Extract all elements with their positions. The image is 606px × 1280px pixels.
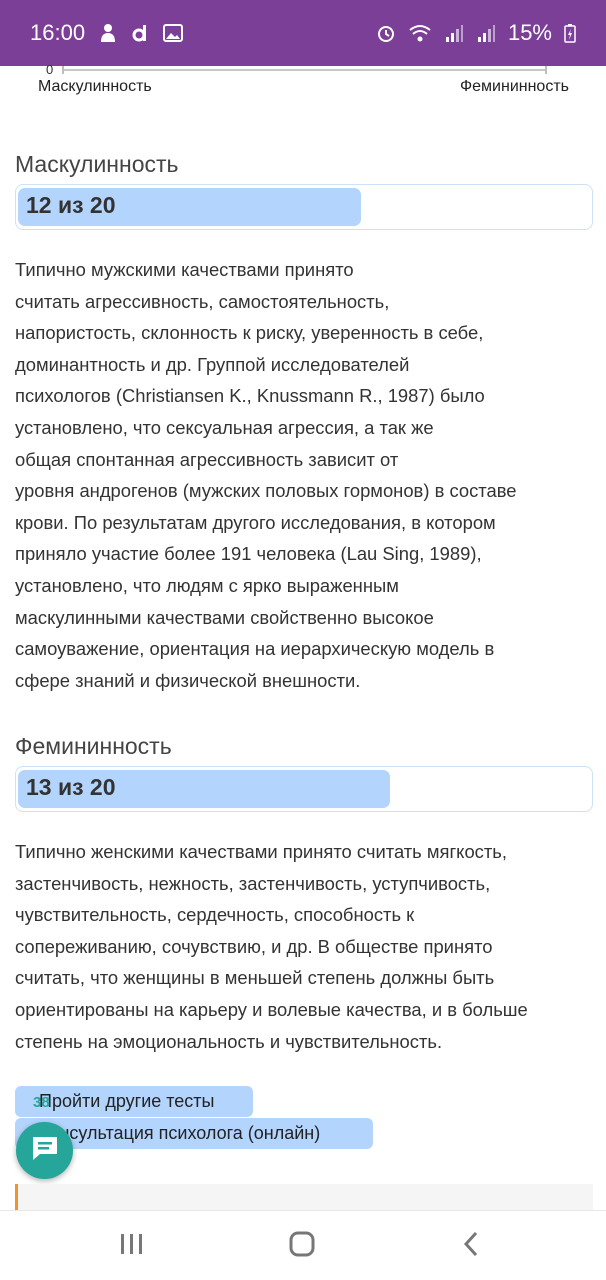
other-tests-button[interactable]: Пройти другие тесты: [15, 1086, 253, 1117]
person-notification-icon: [99, 23, 117, 43]
battery-charging-icon: [564, 23, 576, 43]
femininity-score-bar: 13 из 20: [15, 766, 593, 812]
description-line: Типично женскими качествами принято счит…: [15, 841, 507, 862]
scale-right-label: Фемининность: [459, 78, 569, 95]
description-line: степень на эмоциональность и чувствитель…: [15, 1030, 443, 1052]
scale-line: [62, 69, 547, 71]
description-line: ориентированы на карьеру и волевые качес…: [15, 998, 528, 1020]
description-line: приняло участие более 191 человека (Lau …: [15, 543, 482, 565]
navigation-bar: [0, 1210, 606, 1280]
gallery-icon: [163, 24, 184, 42]
masculinity-description: Типично мужскими качествами принято счита…: [15, 254, 595, 696]
description-line: установлено, что сексуальная агрессия, а…: [15, 416, 434, 438]
description-line: крови. По результатам другого исследован…: [15, 511, 496, 533]
description-line: напористость, склонность к риску, уверен…: [15, 322, 484, 344]
description-line: считать агрессивность, самостоятельность…: [15, 290, 390, 312]
description-line: общая спонтанная агрессивность зависит о…: [15, 448, 399, 470]
description-line: Типично мужскими качествами принято: [15, 259, 354, 280]
d-app-icon: [131, 23, 149, 43]
signal-icon: [444, 23, 464, 43]
description-line: уровня андрогенов (мужских половых гормо…: [15, 480, 517, 502]
card-accent: [15, 1184, 18, 1210]
masculinity-score-bar: 12 из 20: [15, 184, 593, 230]
home-icon[interactable]: [288, 1231, 316, 1262]
alarm-icon: [376, 23, 396, 43]
description-line: установлено, что людям с ярко выраженным: [15, 574, 399, 596]
scale-tick-left: [62, 66, 64, 74]
recent-apps-icon[interactable]: [118, 1231, 146, 1262]
femininity-title: Фемининность: [15, 733, 172, 759]
scale-tick-right: [545, 66, 547, 74]
chat-unread-badge: 38: [33, 1094, 50, 1111]
description-line: сфере знаний и физической внешности.: [15, 669, 361, 691]
wifi-icon: [408, 23, 432, 43]
femininity-description: Типично женскими качествами принято счит…: [15, 836, 595, 1057]
scale-axis: 0 Маскулинность Фемининность: [0, 62, 606, 106]
description-line: самоуважение, ориентация на иерархическу…: [15, 638, 495, 660]
description-line: считать, что женщины в меньшей степень д…: [15, 967, 495, 989]
chat-bubble-icon: [30, 1134, 60, 1167]
femininity-score-text: 13 из 20: [26, 774, 116, 800]
description-line: маскулинными качествами свойственно высо…: [15, 606, 434, 628]
scale-left-label: Маскулинность: [38, 78, 152, 95]
masculinity-score-text: 12 из 20: [26, 192, 116, 218]
description-line: чувствительность, сердечность, способнос…: [15, 904, 415, 926]
description-line: психологов (Christiansen K., Knussmann R…: [15, 385, 485, 407]
description-line: застенчивость, нежность, застенчивость, …: [15, 872, 491, 894]
masculinity-title: Маскулинность: [15, 151, 179, 177]
description-line: сопереживанию, сочувствию, и др. В общес…: [15, 935, 493, 957]
status-time: 16:00: [30, 20, 86, 45]
signal-icon: [476, 23, 496, 43]
description-line: доминантность и др. Группой исследовател…: [15, 353, 410, 375]
content-card: [15, 1184, 593, 1210]
battery-level: 15%: [507, 20, 552, 45]
chat-button[interactable]: [16, 1122, 73, 1179]
status-bar: 16:00 15%: [0, 0, 606, 66]
back-icon[interactable]: [458, 1231, 486, 1262]
scale-zero-label: 0: [46, 62, 54, 77]
